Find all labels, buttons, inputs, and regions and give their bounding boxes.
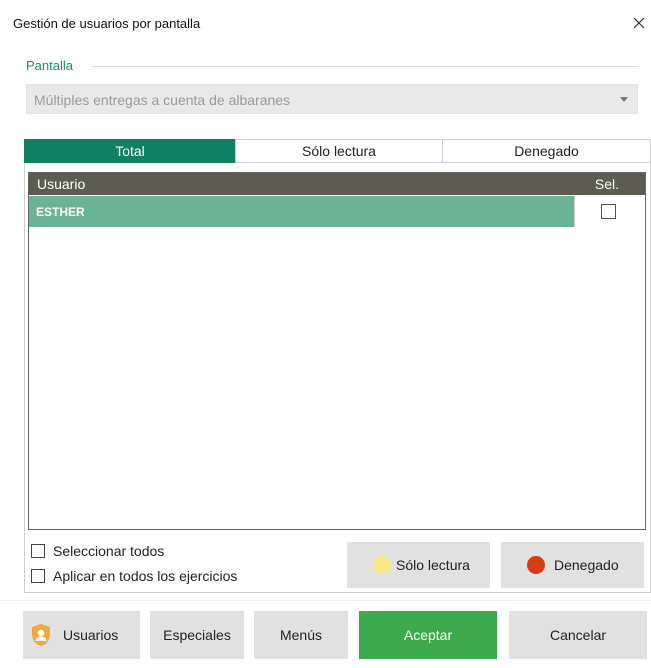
close-icon xyxy=(633,17,645,29)
column-header-sel[interactable]: Sel. xyxy=(595,176,619,192)
users-button[interactable]: Usuarios xyxy=(23,611,140,659)
readonly-button-label: Sólo lectura xyxy=(396,557,470,573)
cancel-button-label: Cancelar xyxy=(549,627,607,643)
column-header-usuario[interactable]: Usuario xyxy=(37,176,85,192)
tab-denegado[interactable]: Denegado xyxy=(442,139,651,163)
special-button-label: Especiales xyxy=(163,627,231,643)
apply-all-years-checkbox[interactable]: Aplicar en todos los ejercicios xyxy=(31,567,271,585)
menus-button[interactable]: Menús xyxy=(254,611,348,659)
window-title: Gestión de usuarios por pantalla xyxy=(13,16,201,31)
row-select-checkbox[interactable] xyxy=(601,204,616,219)
users-grid: Usuario Sel. ESTHER xyxy=(28,172,646,530)
users-button-label: Usuarios xyxy=(63,627,119,643)
user-screen-permissions-dialog: Gestión de usuarios por pantalla Pantall… xyxy=(0,0,651,668)
cancel-button[interactable]: Cancelar xyxy=(509,611,647,659)
apply-all-label: Aplicar en todos los ejercicios xyxy=(53,568,238,584)
tab-total[interactable]: Total xyxy=(24,139,236,163)
special-button[interactable]: Especiales xyxy=(150,611,244,659)
tab-solo-lectura[interactable]: Sólo lectura xyxy=(235,139,443,163)
pantalla-select[interactable]: Múltiples entregas a cuenta de albaranes xyxy=(26,84,638,114)
menus-button-label: Menús xyxy=(279,627,323,643)
chevron-down-icon xyxy=(620,97,628,102)
accept-button-label: Aceptar xyxy=(403,627,453,643)
denied-button[interactable]: Denegado xyxy=(501,542,644,588)
shield-user-icon xyxy=(32,624,50,646)
apply-all-box[interactable] xyxy=(31,569,45,583)
permission-tabs: Total Sólo lectura Denegado xyxy=(24,139,651,163)
row-sel-cell xyxy=(574,196,645,227)
accept-button[interactable]: Aceptar xyxy=(359,611,497,659)
pantalla-selected-value: Múltiples entregas a cuenta de albaranes xyxy=(34,92,291,108)
group-divider xyxy=(92,66,638,67)
close-button[interactable] xyxy=(628,11,650,35)
select-all-label: Seleccionar todos xyxy=(53,543,165,559)
footer-divider xyxy=(0,600,651,601)
yellow-dot-icon xyxy=(373,556,391,574)
row-user-name: ESTHER xyxy=(36,205,85,219)
red-dot-icon xyxy=(527,556,545,574)
title-bar: Gestión de usuarios por pantalla xyxy=(0,0,651,46)
grid-header: Usuario Sel. xyxy=(29,173,645,195)
table-row[interactable]: ESTHER xyxy=(29,196,645,227)
select-all-checkbox[interactable]: Seleccionar todos xyxy=(31,542,191,560)
pantalla-group-label: Pantalla xyxy=(26,58,73,73)
denied-button-label: Denegado xyxy=(554,557,619,573)
readonly-button[interactable]: Sólo lectura xyxy=(347,542,490,588)
select-all-box[interactable] xyxy=(31,544,45,558)
